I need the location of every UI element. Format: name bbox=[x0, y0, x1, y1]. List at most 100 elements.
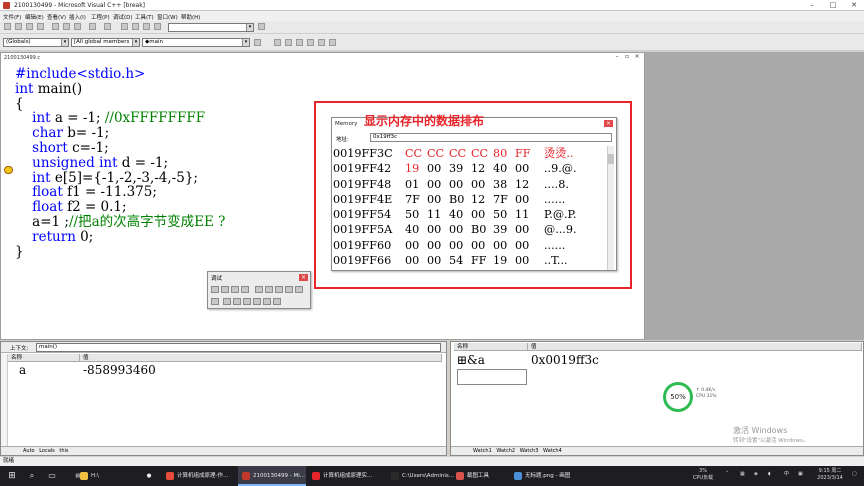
ime-mode-icon[interactable]: ▣ bbox=[798, 471, 803, 478]
memory-byte[interactable]: FF bbox=[471, 253, 493, 268]
memory-rows[interactable]: 0019FF3C CC CC CC CC 80 FF 烫烫.. 0019FF42 19 00 39 12… bbox=[333, 146, 608, 270]
memory-window-icon[interactable] bbox=[253, 298, 261, 305]
chevron-down-icon[interactable]: ▾ bbox=[242, 39, 249, 46]
memory-row[interactable]: 0019FF66 00 00 54 FF 19 00 ..T... bbox=[333, 253, 608, 268]
memory-window[interactable]: Memory × 地址: 0x19ff3c 0019FF3C CC CC CC CC 80… bbox=[331, 117, 617, 271]
window-list-icon[interactable] bbox=[143, 23, 150, 30]
memory-byte[interactable]: FF bbox=[515, 146, 537, 161]
memory-row[interactable]: 0019FF4E 7F 00 B0 12 7F 00...... bbox=[333, 192, 608, 207]
taskbar-item[interactable]: 计算机组成原理-作... bbox=[162, 466, 234, 486]
editor-restore-icon[interactable]: ▫ bbox=[623, 54, 631, 60]
tab-watch4[interactable]: Watch4 bbox=[543, 448, 562, 454]
memory-byte[interactable]: 50 bbox=[493, 207, 515, 222]
copy-icon[interactable] bbox=[63, 23, 70, 30]
memory-byte[interactable]: 00 bbox=[427, 222, 449, 237]
find-combo[interactable]: ▾ bbox=[168, 23, 254, 32]
memory-byte[interactable]: B0 bbox=[471, 222, 493, 237]
taskbar-item[interactable]: 无标题.png - 画图 bbox=[510, 466, 576, 486]
memory-byte[interactable]: 12 bbox=[471, 161, 493, 176]
debug-toolbar-close-button[interactable]: × bbox=[299, 274, 308, 281]
stop-debugging-icon[interactable] bbox=[221, 286, 229, 293]
close-button[interactable]: ✕ bbox=[848, 1, 860, 10]
memory-row[interactable]: 0019FF54 50 11 40 00 50 11 P.@.P. bbox=[333, 207, 608, 222]
tab-auto[interactable]: Auto bbox=[23, 448, 35, 454]
code-line[interactable]: a=1 ;//把a的次高字节变成EE ? bbox=[15, 215, 225, 230]
start-icon[interactable]: ⊞ bbox=[6, 466, 18, 486]
call-stack-icon[interactable] bbox=[263, 298, 271, 305]
taskbar-item[interactable]: C:\Users\Adminis... bbox=[387, 466, 454, 486]
memory-scrollbar[interactable] bbox=[607, 146, 614, 270]
menu-help[interactable]: 帮助(H) bbox=[181, 13, 200, 21]
cut-icon[interactable] bbox=[52, 23, 59, 30]
memory-row[interactable]: 0019FF42 19 00 39 12 40 00 ..9.@. bbox=[333, 161, 608, 176]
memory-byte[interactable]: 00 bbox=[471, 238, 493, 253]
tab-locals[interactable]: Locals bbox=[39, 448, 55, 454]
wizard-action-icon[interactable] bbox=[254, 39, 261, 46]
memory-byte[interactable]: 00 bbox=[427, 161, 449, 176]
memory-byte[interactable]: 00 bbox=[515, 222, 537, 237]
menu-view[interactable]: 查看(V) bbox=[47, 13, 66, 21]
code-line[interactable]: { bbox=[15, 96, 225, 112]
watch-expression[interactable]: ⊞&a bbox=[457, 353, 485, 367]
menu-edit[interactable]: 编辑(E) bbox=[25, 13, 44, 21]
menu-file[interactable]: 文件(F) bbox=[3, 13, 21, 21]
redo-icon[interactable] bbox=[104, 23, 111, 30]
variables-pane[interactable]: 上下文: main() 名称 值 a -858993460 Auto Local… bbox=[0, 341, 447, 456]
memory-byte[interactable]: 00 bbox=[515, 192, 537, 207]
memory-byte[interactable]: 00 bbox=[493, 238, 515, 253]
code-text[interactable]: #include<stdio.h> int main(){ int a = -1;… bbox=[15, 67, 225, 259]
search-icon[interactable]: ⌕ bbox=[26, 466, 38, 486]
tray-chevron-icon[interactable]: ˄ bbox=[726, 471, 729, 478]
scroll-thumb[interactable] bbox=[608, 154, 614, 164]
memory-byte[interactable]: 80 bbox=[493, 146, 515, 161]
restart-icon[interactable] bbox=[211, 286, 219, 293]
memory-byte[interactable]: CC bbox=[493, 268, 515, 270]
editor-tab-title[interactable]: 2100130499.c bbox=[4, 55, 40, 61]
find-in-files-icon[interactable] bbox=[154, 23, 161, 30]
code-line[interactable]: short c=-1; bbox=[15, 141, 225, 156]
build-icon[interactable] bbox=[285, 39, 292, 46]
memory-byte[interactable]: 54 bbox=[449, 253, 471, 268]
memory-byte[interactable]: 40 bbox=[493, 161, 515, 176]
editor-close-icon[interactable]: × bbox=[633, 54, 641, 60]
watch-value-header[interactable]: 值 bbox=[528, 343, 862, 351]
column-name-header[interactable]: 名称 bbox=[8, 354, 80, 362]
menu-debug[interactable]: 调试(D) bbox=[113, 13, 133, 21]
break-icon[interactable] bbox=[231, 286, 239, 293]
variable-name[interactable]: a bbox=[19, 363, 26, 377]
memory-byte[interactable]: 00 bbox=[471, 177, 493, 192]
memory-byte[interactable]: CC bbox=[449, 146, 471, 161]
compile-icon[interactable] bbox=[274, 39, 281, 46]
code-line[interactable]: int a = -1; //0xFFFFFFFF bbox=[15, 111, 225, 126]
memory-byte[interactable]: 38 bbox=[493, 177, 515, 192]
notification-icon[interactable]: ▢ bbox=[852, 471, 857, 478]
memory-byte[interactable]: 00 bbox=[515, 238, 537, 253]
memory-row[interactable]: 0019FF60 00 00 00 00 00 00...... bbox=[333, 238, 608, 253]
volume-icon[interactable]: ◖ bbox=[768, 471, 771, 478]
menu-insert[interactable]: 插入(I) bbox=[69, 13, 86, 21]
cpu-tray[interactable]: 3% CPU负载 bbox=[688, 468, 718, 482]
chevron-down-icon[interactable]: ▾ bbox=[246, 24, 253, 31]
column-value-header[interactable]: 值 bbox=[80, 354, 442, 362]
taskbar-item[interactable]: H:\ bbox=[76, 466, 146, 486]
open-folder-icon[interactable] bbox=[15, 23, 22, 30]
variables-window-icon[interactable] bbox=[233, 298, 241, 305]
code-line[interactable]: float f2 = 0.1; bbox=[15, 200, 225, 215]
code-line[interactable]: char b= -1; bbox=[15, 126, 225, 141]
memory-row[interactable]: 0019FF6C00000000CCFF bbox=[333, 268, 608, 270]
memory-byte[interactable]: CC bbox=[405, 146, 427, 161]
memory-byte[interactable]: 00 bbox=[427, 253, 449, 268]
tab-watch3[interactable]: Watch3 bbox=[520, 448, 539, 454]
save-all-icon[interactable] bbox=[37, 23, 44, 30]
members-combo[interactable]: [All global members ▾ bbox=[71, 38, 140, 47]
memory-byte[interactable]: 00 bbox=[427, 192, 449, 207]
memory-byte[interactable]: 00 bbox=[449, 238, 471, 253]
new-file-icon[interactable] bbox=[4, 23, 11, 30]
cpu-usage-gauge[interactable]: 50% bbox=[663, 382, 693, 412]
watch-window-icon[interactable] bbox=[223, 298, 231, 305]
tab-watch1[interactable]: Watch1 bbox=[473, 448, 492, 454]
breakpoint-icon[interactable] bbox=[329, 39, 336, 46]
chevron-down-icon[interactable]: ▾ bbox=[132, 39, 139, 46]
disassembly-icon[interactable] bbox=[273, 298, 281, 305]
memory-row[interactable]: 0019FF48 01 00 00 00 38 12 ....8. bbox=[333, 177, 608, 192]
